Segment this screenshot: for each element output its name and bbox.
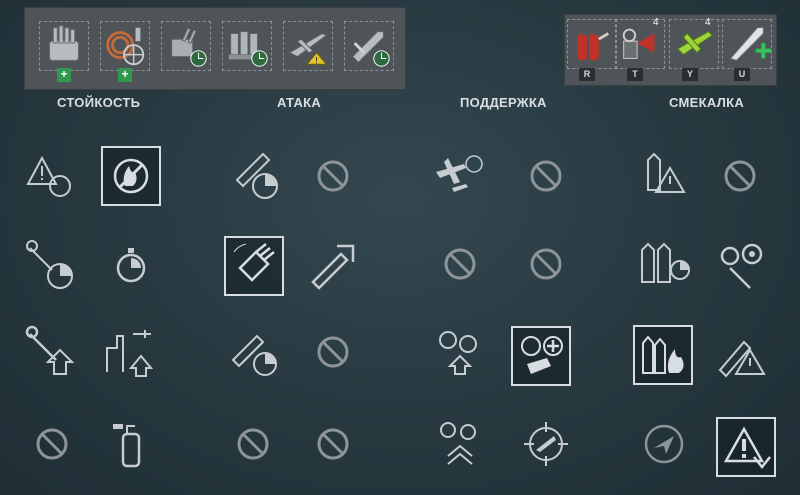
skill-locked-icon[interactable]	[303, 146, 363, 206]
skill-aa-upgrade-icon[interactable]	[430, 322, 490, 382]
repair-party-count: 4	[653, 17, 659, 28]
column-title-support: ПОДДЕРЖКА	[460, 95, 547, 110]
catapult-fighter-count: 4	[705, 17, 711, 28]
skill-repair-upgrade-icon[interactable]	[22, 322, 82, 382]
heal-icon[interactable]	[722, 19, 772, 69]
skill-locked-icon[interactable]	[223, 414, 283, 474]
skill-stopwatch-icon[interactable]	[101, 234, 161, 294]
pump-mod-icon[interactable]	[100, 21, 150, 71]
skill-torpedo-reload-icon[interactable]	[223, 146, 283, 206]
skill-fire-torpedo-icon[interactable]	[633, 325, 693, 385]
aa-gun-mod-icon[interactable]	[161, 21, 211, 71]
skill-aa-double-icon[interactable]	[430, 414, 490, 474]
pump-mod-plus-badge: +	[118, 68, 132, 82]
skill-aa-heal-icon[interactable]	[511, 326, 571, 386]
skill-torpedo-timer-icon[interactable]	[223, 322, 283, 382]
skill-aa-sight-icon[interactable]	[516, 414, 576, 474]
skill-locked-icon[interactable]	[710, 146, 770, 206]
damage-control-icon[interactable]	[567, 19, 617, 69]
torpedo-mod-icon[interactable]	[344, 21, 394, 71]
skill-locked-icon[interactable]	[22, 414, 82, 474]
skill-torpedo-upgrade-icon[interactable]	[303, 234, 363, 294]
skill-repair-timer-icon[interactable]	[22, 234, 82, 294]
svg-text:!: !	[315, 56, 318, 66]
modules-panel: + + !	[24, 7, 406, 90]
engine-mod-icon[interactable]	[222, 21, 272, 71]
skill-locked-icon[interactable]	[516, 234, 576, 294]
catapult-fighter-hotkey: Y	[682, 68, 698, 81]
repair-party-hotkey: T	[627, 68, 643, 81]
skill-locked-icon[interactable]	[430, 234, 490, 294]
skill-radar-icon[interactable]	[634, 414, 694, 474]
catapult-fighter-icon[interactable]	[669, 19, 719, 69]
turret-mod-plus-badge: +	[57, 68, 71, 82]
skill-fire-immunity-icon[interactable]	[101, 146, 161, 206]
damage-control-hotkey: R	[579, 68, 595, 81]
skill-aircraft-icon[interactable]	[430, 146, 490, 206]
column-title-survivability: СТОЙКОСТЬ	[57, 95, 141, 110]
skill-gears-icon[interactable]	[710, 234, 770, 294]
heal-hotkey: U	[734, 68, 750, 81]
skill-ship-upgrade-icon[interactable]	[101, 322, 161, 382]
consumables-panel: R T 4 Y 4 U	[564, 14, 777, 86]
skill-torpedo-warning-icon[interactable]	[634, 146, 694, 206]
column-title-versatility: СМЕКАЛКА	[669, 95, 745, 110]
skill-locked-icon[interactable]	[516, 146, 576, 206]
skill-locked-icon[interactable]	[303, 414, 363, 474]
skill-fire-warning-icon[interactable]	[22, 146, 82, 206]
skill-warning-torpedo-icon[interactable]	[710, 322, 770, 382]
column-title-attack: АТАКА	[277, 95, 322, 110]
turret-mod-icon[interactable]	[39, 21, 89, 71]
skill-torpedo-timer-icon[interactable]	[634, 234, 694, 294]
skill-locked-icon[interactable]	[303, 322, 363, 382]
plane-mod-icon[interactable]: !	[283, 21, 333, 71]
skill-warning-down-icon[interactable]	[716, 417, 776, 477]
skill-extinguisher-icon[interactable]	[101, 414, 161, 474]
skill-main-battery-icon[interactable]	[224, 236, 284, 296]
